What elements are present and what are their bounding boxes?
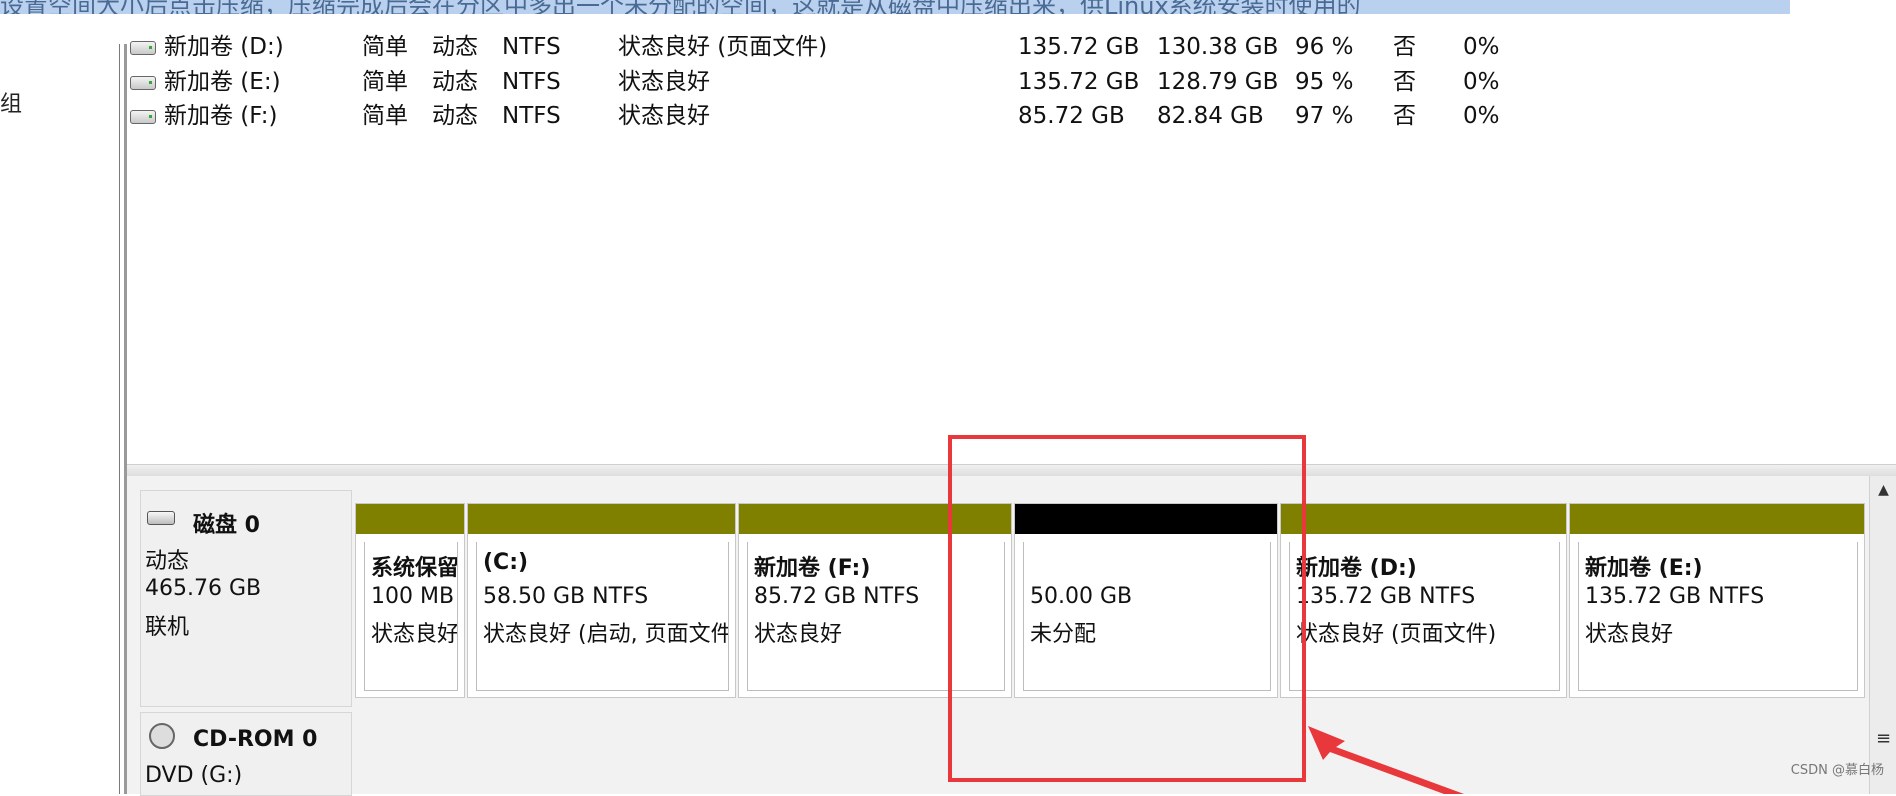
watermark: CSDN @慕白杨	[1790, 763, 1884, 778]
annotation-arrow-icon	[1308, 726, 1464, 794]
